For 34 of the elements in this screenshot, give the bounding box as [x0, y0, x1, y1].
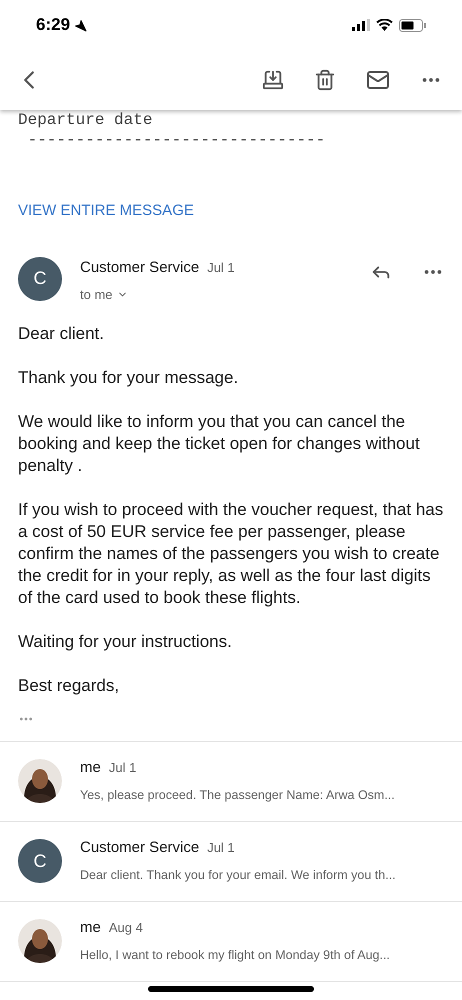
archive-icon[interactable]: [262, 69, 284, 91]
avatar: C: [18, 839, 62, 883]
sender-name: Customer Service: [80, 258, 200, 278]
view-entire-message-link[interactable]: VIEW ENTIRE MESSAGE: [18, 200, 194, 222]
thread-message[interactable]: me Jul 1 Yes, please proceed. The passenger Name: Arwa Osm...: [0, 742, 462, 822]
quoted-text-line: Departure date: [18, 110, 154, 130]
signal-icon: [352, 19, 370, 31]
message-date: Jul 1: [207, 839, 235, 858]
mail-icon[interactable]: [366, 68, 390, 92]
sender-name: me: [80, 758, 101, 778]
sender-name: Customer Service: [80, 838, 200, 858]
message-paragraph: Waiting for your instructions.: [18, 630, 233, 652]
status-time: 6:29: [36, 14, 70, 36]
message-paragraph: Best regards,: [18, 674, 120, 696]
message-snippet: Yes, please proceed. The passenger Name: Arwa Osm...: [80, 786, 396, 804]
trash-icon[interactable]: [314, 69, 336, 91]
wifi-icon: [376, 19, 393, 31]
message-date: Jul 1: [108, 759, 136, 778]
message-snippet: Hello, I want to rebook my flight on Monday 9th of Aug...: [80, 946, 391, 964]
location-icon: [74, 18, 88, 32]
avatar: C: [18, 256, 62, 300]
recipients-toggle[interactable]: to me: [80, 285, 128, 304]
message-date: Jul 1: [207, 258, 235, 276]
message-paragraph: If you wish to proceed with the voucher request, that has a cost of 50 EUR service fee per passenger, please confirm the names of the passengers you wish to create the credit for in your reply, as well as the four last digits of the card used to book these flights.: [18, 498, 444, 608]
message-date: Aug 4: [108, 919, 143, 938]
sender-name: me: [80, 918, 101, 938]
message-paragraph: We would like to inform you that you can cancel the booking and keep the ticket open for changes without penalty .: [18, 410, 421, 476]
message-paragraph: Thank you for your message.: [18, 366, 240, 388]
battery-icon: [399, 18, 426, 32]
thread-message[interactable]: C Customer Service Jul 1 Dear client. Thank you for your email. We inform you th...: [0, 822, 462, 902]
message-snippet: Dear client. Thank you for your email. We inform you th...: [80, 866, 397, 884]
quoted-text-line: -------------------------------: [26, 130, 326, 150]
thread-message[interactable]: me Aug 4 Hello, I want to rebook my flight on Monday 9th of Aug...: [0, 902, 462, 982]
message-paragraph: Dear client.: [18, 322, 105, 344]
